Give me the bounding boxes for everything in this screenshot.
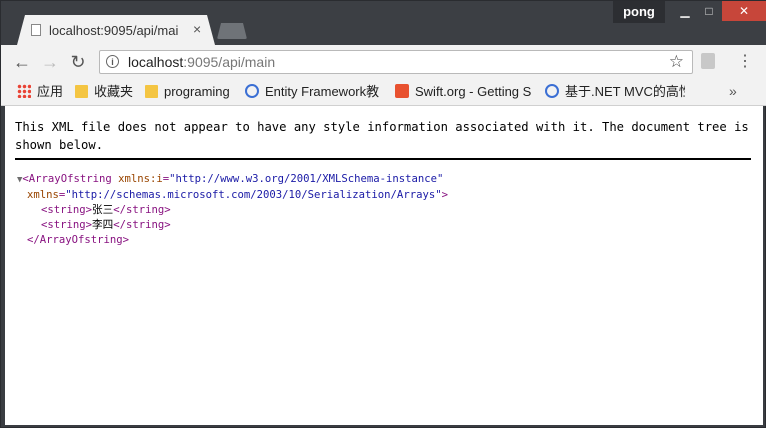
info-icon[interactable]: i	[106, 55, 119, 68]
xml-item: <string>张三</string>	[17, 203, 448, 218]
page-content: This XML file does not appear to have an…	[5, 106, 763, 425]
xml-attr-value: "http://schemas.microsoft.com/2003/10/Se…	[65, 189, 442, 201]
tab-close-icon[interactable]: ×	[193, 21, 201, 37]
bookmark-folder-favorites[interactable]: 收藏夹	[75, 83, 137, 101]
bookmark-folder-programing[interactable]: programing	[145, 83, 237, 101]
bookmark-label: programing	[164, 84, 230, 99]
xml-tag: </string>	[113, 204, 171, 216]
bookmark-label: 应用	[37, 84, 64, 99]
xml-attr-value: "http://www.w3.org/2001/XMLSchema-instan…	[169, 173, 444, 185]
xml-root-close: </ArrayOfstring>	[27, 234, 130, 246]
folder-icon	[75, 85, 88, 98]
xml-item: <string>李四</string>	[17, 218, 448, 233]
xml-tag: <string>	[41, 219, 93, 231]
url-path: :9095/api/main	[183, 54, 276, 70]
bookmark-label: 基于.NET MVC的高性	[565, 84, 685, 99]
maximize-button[interactable]: □	[697, 1, 721, 21]
xml-root-open: ▼<ArrayOfstring xmlns:i="http://www.w3.o…	[17, 173, 444, 185]
url-text[interactable]: localhost:9095/api/main	[128, 54, 275, 70]
browser-toolbar: ← → ↻ i localhost:9095/api/main ☆ ⋮	[1, 45, 766, 79]
site-icon	[545, 84, 559, 98]
extension-icon[interactable]	[701, 53, 715, 69]
xml-text: 张三	[92, 204, 114, 216]
address-bar[interactable]: i localhost:9095/api/main ☆	[99, 50, 693, 74]
browser-window: localhost:9095/api/mai × pong ▁ □ ✕ ← → …	[0, 0, 766, 428]
folder-icon	[145, 85, 158, 98]
xml-tag: >	[441, 189, 448, 201]
xml-tag: </string>	[113, 219, 171, 231]
minimize-button[interactable]: ▁	[673, 1, 697, 21]
url-host: localhost	[128, 54, 184, 70]
bookmark-star-icon[interactable]: ☆	[669, 52, 684, 72]
apps-icon	[17, 84, 31, 98]
bookmark-label: Entity Framework教	[265, 84, 380, 99]
xml-attr-name: xmlns	[27, 189, 59, 201]
bookmark-label: Swift.org - Getting S	[415, 84, 532, 99]
xml-tree: ▼<ArrayOfstring xmlns:i="http://www.w3.o…	[17, 172, 448, 248]
xml-attr-name: xmlns:i	[118, 173, 163, 185]
xml-text: 李四	[92, 219, 114, 231]
reload-button[interactable]: ↻	[67, 52, 89, 72]
xml-tag: <string>	[41, 204, 93, 216]
xml-root-attrs: xmlns="http://schemas.microsoft.com/2003…	[27, 189, 448, 201]
title-bar: localhost:9095/api/mai × pong ▁ □ ✕	[1, 1, 766, 45]
xml-tag: <ArrayOfstring	[22, 173, 112, 185]
swift-icon	[395, 84, 409, 98]
bookmark-label: 收藏夹	[94, 84, 134, 99]
profile-button[interactable]: pong	[613, 1, 665, 23]
bookmark-swift[interactable]: Swift.org - Getting S	[395, 83, 535, 101]
new-tab-button[interactable]	[217, 23, 247, 39]
page-icon	[31, 24, 41, 36]
bookmark-entity-framework[interactable]: Entity Framework教	[245, 83, 385, 101]
more-bookmarks-icon[interactable]: »	[729, 83, 737, 99]
bookmark-mvc[interactable]: 基于.NET MVC的高性	[545, 83, 685, 101]
close-window-button[interactable]: ✕	[722, 1, 766, 21]
forward-button[interactable]: →	[39, 52, 61, 72]
site-icon	[245, 84, 259, 98]
menu-icon[interactable]: ⋮	[737, 51, 753, 71]
bookmarks-bar: 应用 收藏夹 programing Entity Framework教 Swif…	[1, 79, 766, 106]
tab-active[interactable]: localhost:9095/api/mai ×	[17, 15, 215, 45]
bookmark-apps[interactable]: 应用	[17, 83, 67, 101]
xml-notice: This XML file does not appear to have an…	[15, 118, 751, 160]
tab-title: localhost:9095/api/mai	[49, 23, 179, 38]
back-button[interactable]: ←	[11, 52, 33, 72]
